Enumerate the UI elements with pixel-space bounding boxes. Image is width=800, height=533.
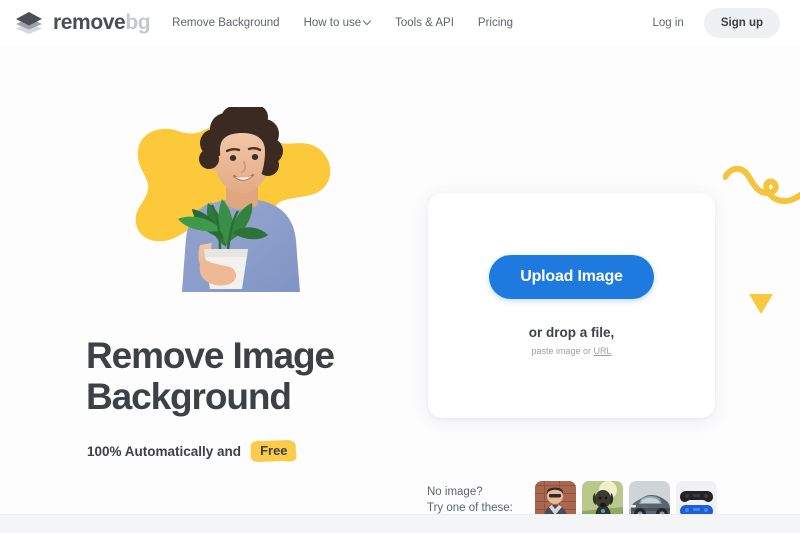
hero-left-column: Remove Image Background 100% Automatical… [0, 45, 420, 515]
subline-text: 100% Automatically and [87, 443, 242, 459]
logo-text-bg: bg [125, 11, 151, 34]
samples-label-line-1: No image? [427, 486, 483, 498]
paste-url-text: paste image or URL [531, 346, 611, 356]
upload-dropzone-card[interactable]: Upload Image or drop a file, paste image… [428, 193, 715, 418]
layers-diamond-icon [14, 10, 44, 36]
nav-label: Remove Background [172, 16, 280, 29]
drop-file-text: or drop a file, [528, 325, 615, 340]
paste-prefix-label: paste image or [531, 346, 594, 356]
signup-button[interactable]: Sign up [703, 7, 780, 38]
page-title: Remove Image Background [86, 335, 416, 418]
hero-right-column: Upload Image or drop a file, paste image… [420, 45, 800, 522]
headline-line-2: Background [86, 376, 292, 418]
remove-bg-landing-page: removebg Remove Background How to use To… [0, 0, 800, 533]
logo-wordmark: removebg [53, 11, 151, 34]
header-actions: Log in Sign up [642, 7, 780, 38]
samples-label: No image? Try one of these: [427, 481, 513, 517]
nav-item-how-to-use[interactable]: How to use [304, 17, 372, 29]
page-section-divider [0, 514, 800, 533]
main-navigation: Remove Background How to use Tools & API… [172, 17, 513, 29]
nav-label: Tools & API [395, 16, 454, 29]
site-header: removebg Remove Background How to use To… [0, 0, 800, 45]
nav-item-remove-background[interactable]: Remove Background [172, 17, 279, 29]
login-link[interactable]: Log in [642, 11, 693, 35]
chevron-down-icon [364, 18, 371, 25]
person-holding-plant-image [108, 107, 348, 292]
upload-image-button[interactable]: Upload Image [489, 255, 654, 299]
nav-label: Pricing [477, 16, 514, 29]
nav-label: How to use [303, 16, 362, 29]
triangle-decoration-icon [748, 293, 774, 315]
logo-text-remove: remove [53, 11, 126, 34]
nav-item-tools-api[interactable]: Tools & API [395, 17, 454, 29]
samples-label-line-2: Try one of these: [427, 501, 513, 514]
site-logo[interactable]: removebg [14, 10, 151, 36]
squiggle-decoration-icon [722, 159, 800, 239]
hero-section: Remove Image Background 100% Automatical… [0, 45, 800, 522]
hero-photo [108, 107, 348, 292]
headline-line-1: Remove Image [86, 335, 335, 376]
free-badge: Free [248, 440, 297, 462]
hero-subline: 100% Automatically and Free [87, 440, 298, 462]
url-link[interactable]: URL [594, 346, 612, 356]
nav-item-pricing[interactable]: Pricing [478, 17, 513, 29]
free-badge-label: Free [260, 443, 288, 458]
